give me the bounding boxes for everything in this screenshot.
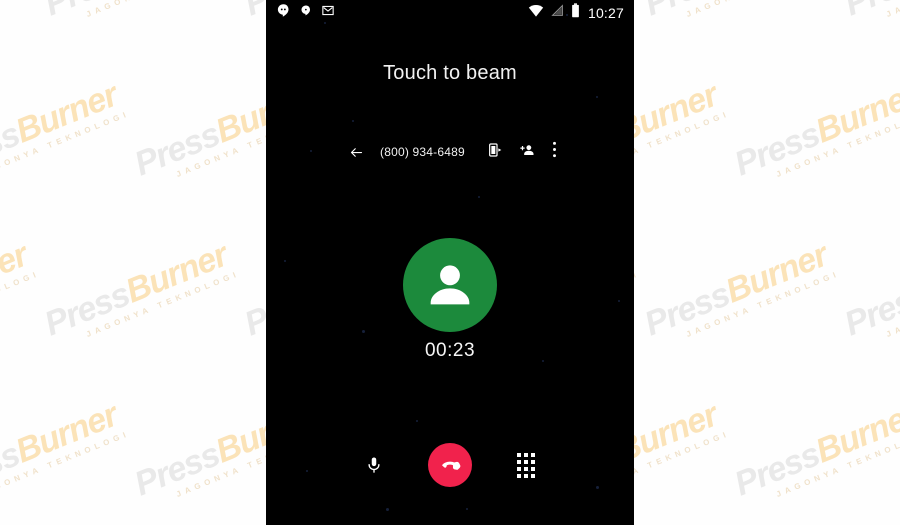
screen-speck xyxy=(416,420,418,422)
watermark-primary-text: Press xyxy=(729,435,825,504)
watermark: PressBurnerJAGONYA TEKNOLOGI xyxy=(0,396,131,512)
screen-speck xyxy=(596,96,598,98)
call-phone-number: (800) 934-6489 xyxy=(380,145,465,159)
watermark-subtitle: JAGONYA TEKNOLOGI xyxy=(685,0,841,19)
status-bar-system: 10:27 xyxy=(521,3,624,23)
back-arrow-icon[interactable] xyxy=(346,142,366,162)
screen-speck xyxy=(466,508,468,510)
watermark: PressBurnerJAGONYA TEKNOLOGI xyxy=(729,75,900,192)
screen-speck xyxy=(386,508,389,511)
status-bar-clock: 10:27 xyxy=(587,5,624,21)
watermark-primary-text: Press xyxy=(129,115,225,184)
watermark-accent-text: Burner xyxy=(0,235,33,311)
watermark-primary-text: Press xyxy=(0,115,25,184)
end-call-button[interactable] xyxy=(428,443,472,487)
call-header-actions xyxy=(471,141,557,163)
watermark-subtitle: JAGONYA TEKNOLOGI xyxy=(85,268,242,339)
watermark-accent-text: Burner xyxy=(810,395,900,471)
screen-speck xyxy=(362,330,365,333)
hangouts-icon xyxy=(276,3,291,23)
screen-speck xyxy=(478,196,480,198)
watermark: PressBurnerJAGONYA TEKNOLOGI xyxy=(639,0,841,32)
watermark: PressBurnerJAGONYA TEKNOLOGI xyxy=(839,0,900,32)
call-header: (800) 934-6489 xyxy=(266,138,634,166)
watermark-subtitle: JAGONYA TEKNOLOGI xyxy=(775,428,900,499)
no-signal-icon xyxy=(551,4,564,22)
watermark-primary-text: Press xyxy=(839,0,900,23)
status-bar-notifications xyxy=(276,3,344,23)
gmail-icon xyxy=(321,4,335,22)
watermark-primary-text: Press xyxy=(39,0,134,23)
touch-to-beam-banner[interactable]: Touch to beam xyxy=(266,62,634,85)
watermark: PressBurnerJAGONYA TEKNOLOGI xyxy=(0,236,41,352)
watermark-subtitle: JAGONYA TEKNOLOGI xyxy=(0,428,132,499)
screen-speck xyxy=(618,300,620,302)
status-bar: 10:27 xyxy=(266,0,634,26)
watermark-primary-text: Press xyxy=(0,435,25,504)
watermark: PressBurnerJAGONYA TEKNOLOGI xyxy=(0,0,41,32)
watermark: PressBurnerJAGONYA TEKNOLOGI xyxy=(729,395,900,512)
watermark-subtitle: JAGONYA TEKNOLOGI xyxy=(885,0,900,19)
watermark-accent-text: Burner xyxy=(10,395,123,471)
watermark-subtitle: JAGONYA TEKNOLOGI xyxy=(0,268,42,339)
watermark-subtitle: JAGONYA TEKNOLOGI xyxy=(775,108,900,179)
watermark: PressBurnerJAGONYA TEKNOLOGI xyxy=(839,236,900,352)
dialpad-button[interactable] xyxy=(504,443,548,487)
dialpad-icon xyxy=(517,452,535,478)
watermark-subtitle: JAGONYA TEKNOLOGI xyxy=(0,0,41,19)
watermark: PressBurnerJAGONYA TEKNOLOGI xyxy=(39,235,242,352)
watermark-subtitle: JAGONYA TEKNOLOGI xyxy=(685,268,842,339)
swap-to-device-icon[interactable] xyxy=(487,142,503,163)
add-contact-icon[interactable] xyxy=(519,142,536,163)
watermark-primary-text: Press xyxy=(39,275,135,344)
watermark-accent-text: Burner xyxy=(120,235,233,311)
watermark: PressBurnerJAGONYA TEKNOLOGI xyxy=(39,0,241,32)
watermark-primary-text: Press xyxy=(729,115,825,184)
watermark: PressBurnerJAGONYA TEKNOLOGI xyxy=(639,235,842,352)
watermark-primary-text: Press xyxy=(639,0,734,23)
screen-speck xyxy=(284,260,286,262)
call-controls xyxy=(266,443,634,487)
watermark-primary-text: Press xyxy=(129,435,225,504)
watermark-accent-text: Burner xyxy=(10,75,123,151)
watermark-primary-text: Press xyxy=(639,275,735,344)
page-background: PressBurnerJAGONYA TEKNOLOGIPressBurnerJ… xyxy=(0,0,900,525)
watermark-primary-text: Press xyxy=(839,275,900,344)
watermark-accent-text: Burner xyxy=(720,235,833,311)
overflow-menu-icon[interactable] xyxy=(552,141,557,163)
battery-icon xyxy=(571,3,580,23)
call-duration: 00:23 xyxy=(424,340,476,361)
mute-button[interactable] xyxy=(352,443,396,487)
contact-avatar xyxy=(403,238,497,332)
phone-screen: 10:27 Touch to beam (800) 934-6489 00:23 xyxy=(266,0,634,525)
watermark: PressBurnerJAGONYA TEKNOLOGI xyxy=(0,76,131,192)
watermark-subtitle: JAGONYA TEKNOLOGI xyxy=(885,269,900,339)
hangouts-secondary-icon xyxy=(300,4,312,22)
watermark-subtitle: JAGONYA TEKNOLOGI xyxy=(85,0,241,19)
watermark-accent-text: Burner xyxy=(810,75,900,151)
screen-speck xyxy=(352,120,354,122)
watermark-subtitle: JAGONYA TEKNOLOGI xyxy=(0,108,132,179)
wifi-icon xyxy=(528,4,544,22)
